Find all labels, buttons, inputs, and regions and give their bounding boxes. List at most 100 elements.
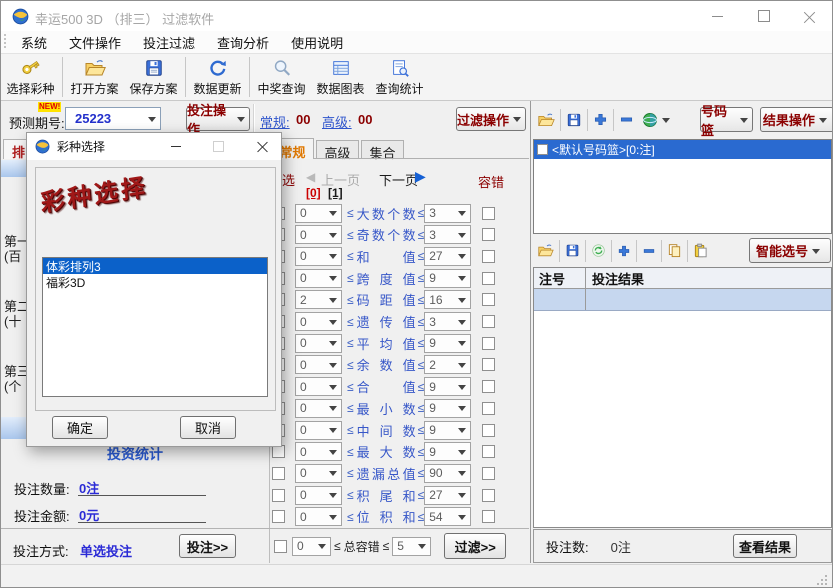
filter-checkbox-right[interactable]	[482, 510, 495, 523]
menu-item[interactable]: 系统	[10, 33, 58, 52]
filter-checkbox-left[interactable]	[272, 445, 285, 458]
add-result-button[interactable]	[617, 244, 631, 258]
filter-min-combobox[interactable]: 0	[295, 312, 342, 331]
listbox-item[interactable]: 福彩3D	[43, 274, 267, 290]
filter-max-combobox[interactable]: 3	[424, 312, 471, 331]
advanced-link[interactable]: 高级:	[322, 112, 352, 131]
save-basket-button[interactable]	[566, 112, 582, 128]
filter-checkbox-right[interactable]	[482, 228, 495, 241]
filter-checkbox-right[interactable]	[482, 424, 495, 437]
next-page-link[interactable]: 下一页	[379, 170, 418, 189]
filter-max-combobox[interactable]: 9	[424, 269, 471, 288]
recycle-button[interactable]	[591, 243, 606, 258]
filter-min-combobox[interactable]: 0	[295, 377, 342, 396]
filter-execute-button[interactable]: 过滤>>	[444, 533, 506, 559]
menu-item[interactable]: 投注过滤	[132, 33, 206, 52]
filter-checkbox-right[interactable]	[482, 272, 495, 285]
filter-min-combobox[interactable]: 0	[295, 486, 342, 505]
filter-max-combobox[interactable]: 9	[424, 442, 471, 461]
filter-checkbox-right[interactable]	[482, 445, 495, 458]
total-tolerance-min-combobox[interactable]: 0	[292, 537, 331, 556]
filter-min-combobox[interactable]: 0	[295, 334, 342, 353]
dialog-maximize-button[interactable]	[205, 133, 231, 160]
filter-max-combobox[interactable]: 3	[424, 204, 471, 223]
save-plan-button[interactable]: 保存方案	[124, 56, 183, 98]
filter-operations-menu-button[interactable]: 过滤操作	[456, 107, 526, 131]
chevron-down-icon[interactable]	[662, 118, 670, 127]
listbox-item-selected[interactable]: 体彩排列3	[43, 258, 267, 274]
basket-list-item[interactable]: <默认号码篮>[0:注]	[534, 140, 831, 159]
select-all-partial[interactable]: 选	[282, 170, 295, 189]
filter-checkbox-right[interactable]	[482, 207, 495, 220]
menu-item[interactable]: 文件操作	[58, 33, 132, 52]
filter-max-combobox[interactable]: 9	[424, 377, 471, 396]
tab-collection[interactable]: 集合	[361, 140, 404, 159]
lottery-listbox[interactable]: 体彩排列3 福彩3D	[42, 257, 268, 397]
filter-min-combobox[interactable]: 0	[295, 507, 342, 526]
tab-advanced[interactable]: 高级	[316, 140, 359, 159]
filter-min-combobox[interactable]: 0	[295, 399, 342, 418]
winning-query-button[interactable]: 中奖查询	[252, 56, 311, 98]
copy-icon[interactable]	[667, 243, 682, 258]
filter-min-combobox[interactable]: 0	[295, 204, 342, 223]
dialog-close-button[interactable]	[249, 133, 275, 160]
remove-basket-button[interactable]	[619, 112, 634, 127]
filter-checkbox-right[interactable]	[482, 337, 495, 350]
globe-button[interactable]	[642, 112, 658, 128]
filter-checkbox-right[interactable]	[482, 293, 495, 306]
data-update-button[interactable]: 数据更新	[188, 56, 247, 98]
cancel-button[interactable]: 取消	[180, 416, 236, 439]
filter-checkbox-left[interactable]	[272, 510, 285, 523]
filter-min-combobox[interactable]: 0	[295, 269, 342, 288]
filter-checkbox-right[interactable]	[482, 315, 495, 328]
minimize-button[interactable]	[695, 1, 740, 31]
filter-checkbox-right[interactable]	[482, 489, 495, 502]
bet-button[interactable]: 投注>>	[179, 534, 236, 558]
resize-grip[interactable]	[825, 583, 827, 585]
page-link-1[interactable]: [1]	[328, 186, 343, 200]
remove-result-button[interactable]	[642, 244, 656, 258]
basket-item-checkbox[interactable]	[537, 144, 548, 155]
menu-item[interactable]: 使用说明	[280, 33, 354, 52]
filter-checkbox-right[interactable]	[482, 402, 495, 415]
result-operations-menu-button[interactable]: 结果操作	[760, 107, 833, 132]
filter-min-combobox[interactable]: 0	[295, 225, 342, 244]
data-chart-button[interactable]: 数据图表	[311, 56, 370, 98]
filter-checkbox-right[interactable]	[482, 467, 495, 480]
total-tolerance-checkbox[interactable]	[274, 540, 287, 553]
filter-max-combobox[interactable]: 16	[424, 290, 471, 309]
filter-min-combobox[interactable]: 0	[295, 355, 342, 374]
close-button[interactable]	[787, 1, 832, 31]
number-basket-menu-button[interactable]: 号码篮	[700, 107, 753, 132]
filter-max-combobox[interactable]: 27	[424, 486, 471, 505]
period-combobox[interactable]: 25223	[65, 107, 161, 130]
query-statistics-button[interactable]: 查询统计	[370, 56, 429, 98]
filter-max-combobox[interactable]: 9	[424, 421, 471, 440]
filter-min-combobox[interactable]: 0	[295, 421, 342, 440]
filter-checkbox-right[interactable]	[482, 358, 495, 371]
filter-checkbox-right[interactable]	[482, 380, 495, 393]
filter-max-combobox[interactable]: 90	[424, 464, 471, 483]
bet-operations-menu-button[interactable]: 投注操作	[186, 107, 250, 131]
filter-min-combobox[interactable]: 0	[295, 442, 342, 461]
filter-min-combobox[interactable]: 2	[295, 290, 342, 309]
filter-min-combobox[interactable]: 0	[295, 247, 342, 266]
filter-checkbox-left[interactable]	[272, 489, 285, 502]
table-row[interactable]	[534, 289, 831, 311]
ok-button[interactable]: 确定	[52, 416, 108, 439]
dialog-minimize-button[interactable]	[163, 133, 189, 160]
filter-min-combobox[interactable]: 0	[295, 464, 342, 483]
view-result-button[interactable]: 查看结果	[733, 534, 797, 558]
add-basket-button[interactable]	[593, 112, 608, 127]
menu-item[interactable]: 查询分析	[206, 33, 280, 52]
open-result-button[interactable]	[537, 243, 554, 258]
filter-max-combobox[interactable]: 27	[424, 247, 471, 266]
filter-checkbox-left[interactable]	[272, 467, 285, 480]
total-tolerance-max-combobox[interactable]: 5	[392, 537, 431, 556]
smart-select-menu-button[interactable]: 智能选号	[749, 238, 831, 263]
filter-max-combobox[interactable]: 54	[424, 507, 471, 526]
select-lottery-button[interactable]: 选择彩种	[1, 56, 60, 98]
paste-icon[interactable]	[693, 243, 708, 258]
page-link-0[interactable]: [0]	[306, 186, 321, 200]
filter-max-combobox[interactable]: 9	[424, 334, 471, 353]
